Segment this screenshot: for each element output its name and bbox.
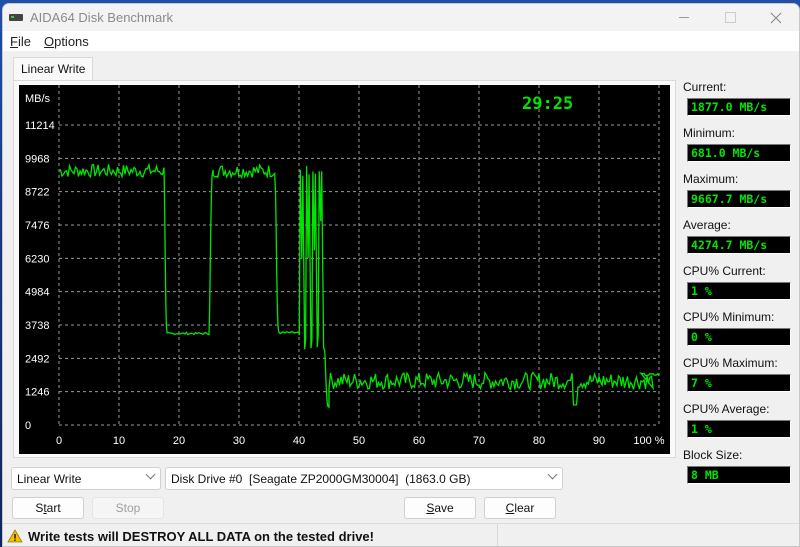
title-bar[interactable]: AIDA64 Disk Benchmark [3, 4, 799, 31]
stat-value-current: 1877.0 MB/s [687, 98, 791, 116]
x-tick-label: 30 [233, 435, 245, 447]
menu-options-label: ptions [54, 33, 89, 49]
y-tick-label: 6230 [25, 253, 49, 265]
clear-button[interactable]: Clear [484, 497, 556, 519]
stat-value-block-size: 8 MB [687, 466, 791, 484]
test-type-value: Linear Write [17, 472, 82, 486]
y-tick-label: 8722 [25, 187, 49, 199]
status-bar: Write tests will DESTROY ALL DATA on the… [3, 523, 799, 546]
window-controls [661, 4, 799, 31]
x-tick-label: 80 [533, 435, 545, 447]
save-label-post: ave [434, 501, 454, 515]
x-tick-label: 100 % [633, 435, 664, 447]
menu-options[interactable]: Options [37, 34, 95, 49]
y-tick-label: 9968 [25, 153, 49, 165]
elapsed-timer: 29:25 [522, 94, 574, 114]
tab-linear-write[interactable]: Linear Write [13, 57, 94, 81]
x-tick-label: 60 [413, 435, 425, 447]
stat-label-current: Current: [683, 80, 727, 94]
stat-value-cpupct-current: 1 % [687, 282, 791, 300]
menu-file-mnemonic: F [10, 33, 18, 49]
drive-select[interactable]: Disk Drive #0 [Seagate ZP2000GM30004] (1… [165, 467, 563, 490]
stat-label-minimum: Minimum: [683, 126, 736, 140]
x-tick-label: 90 [593, 435, 605, 447]
stat-value-cpupct-maximum: 7 % [687, 374, 791, 392]
chart-svg: 0 1246 2492 3738 4984 6230 7476 8722 9968 11214 MB… [25, 85, 665, 447]
x-tick-label: 20 [173, 435, 185, 447]
minimize-button[interactable] [661, 4, 707, 31]
close-button[interactable] [753, 4, 799, 31]
x-tick-label: 10 [113, 435, 125, 447]
y-tick-label: 0 [25, 420, 31, 432]
warning-message: Write tests will DESTROY ALL DATA on the… [28, 528, 374, 544]
stat-label-cpupct-minimum: CPU% Minimum: [683, 310, 775, 324]
save-button[interactable]: Save [404, 497, 476, 519]
stat-label-cpupct-current: CPU% Current: [683, 264, 766, 278]
x-tick-label: 0 [56, 435, 62, 447]
app-window: AIDA64 Disk Benchmark File Options Linea… [2, 3, 800, 547]
test-type-select[interactable]: Linear Write [11, 467, 161, 490]
chevron-down-icon [547, 469, 558, 480]
warning-icon [7, 529, 23, 543]
status-divider [497, 524, 498, 546]
start-button[interactable]: Start [12, 497, 84, 519]
close-icon [770, 12, 782, 23]
stop-button[interactable]: Stop [92, 497, 164, 519]
tab-panel: 0 1246 2492 3738 4984 6230 7476 8722 9968 11214 MB… [13, 80, 676, 458]
x-tick-label: 70 [473, 435, 485, 447]
y-tick-label: 3738 [25, 320, 49, 332]
menu-options-mnemonic: O [43, 33, 55, 49]
y-tick-label: 2492 [25, 353, 49, 365]
maximize-button[interactable] [707, 4, 753, 31]
chevron-down-icon [145, 469, 156, 480]
start-label-post: art [46, 501, 61, 515]
control-area: Linear Write Disk Drive #0 [Seagate ZP20… [3, 464, 683, 524]
y-tick-label: 1246 [25, 387, 49, 399]
x-tick-label: 40 [293, 435, 305, 447]
stat-label-cpupct-maximum: CPU% Maximum: [683, 356, 778, 370]
y-tick-label: 4984 [25, 287, 49, 299]
y-tick-label: 7476 [25, 220, 49, 232]
stat-value-average: 4274.7 MB/s [687, 236, 791, 254]
stat-label-cpupct-average: CPU% Average: [683, 402, 770, 416]
stat-label-block-size: Block Size: [683, 448, 743, 462]
y-tick-label: 11214 [25, 120, 55, 132]
disk-drive-icon [9, 14, 23, 21]
drive-value: Disk Drive #0 [Seagate ZP2000GM30004] (1… [171, 472, 471, 486]
stat-value-cpupct-average: 1 % [687, 420, 791, 438]
clear-label-post: lear [514, 501, 535, 515]
stat-label-maximum: Maximum: [683, 172, 739, 186]
menu-file-label: ile [17, 33, 31, 49]
menu-file[interactable]: File [3, 34, 37, 49]
window-title: AIDA64 Disk Benchmark [30, 10, 174, 25]
stat-label-average: Average: [683, 218, 731, 232]
stat-value-minimum: 681.0 MB/s [687, 144, 791, 162]
stat-value-cpupct-minimum: 0 % [687, 328, 791, 346]
stat-value-maximum: 9667.7 MB/s [687, 190, 791, 208]
benchmark-chart: 0 1246 2492 3738 4984 6230 7476 8722 9968 11214 MB… [19, 85, 670, 454]
tab-strip: Linear Write [13, 57, 94, 81]
y-axis-label: MB/s [25, 93, 51, 105]
stats-panel: Current: 1877.0 MB/s Minimum: 681.0 MB/s Max… [683, 80, 793, 494]
menu-bar: File Options [3, 31, 799, 51]
x-tick-label: 50 [353, 435, 365, 447]
